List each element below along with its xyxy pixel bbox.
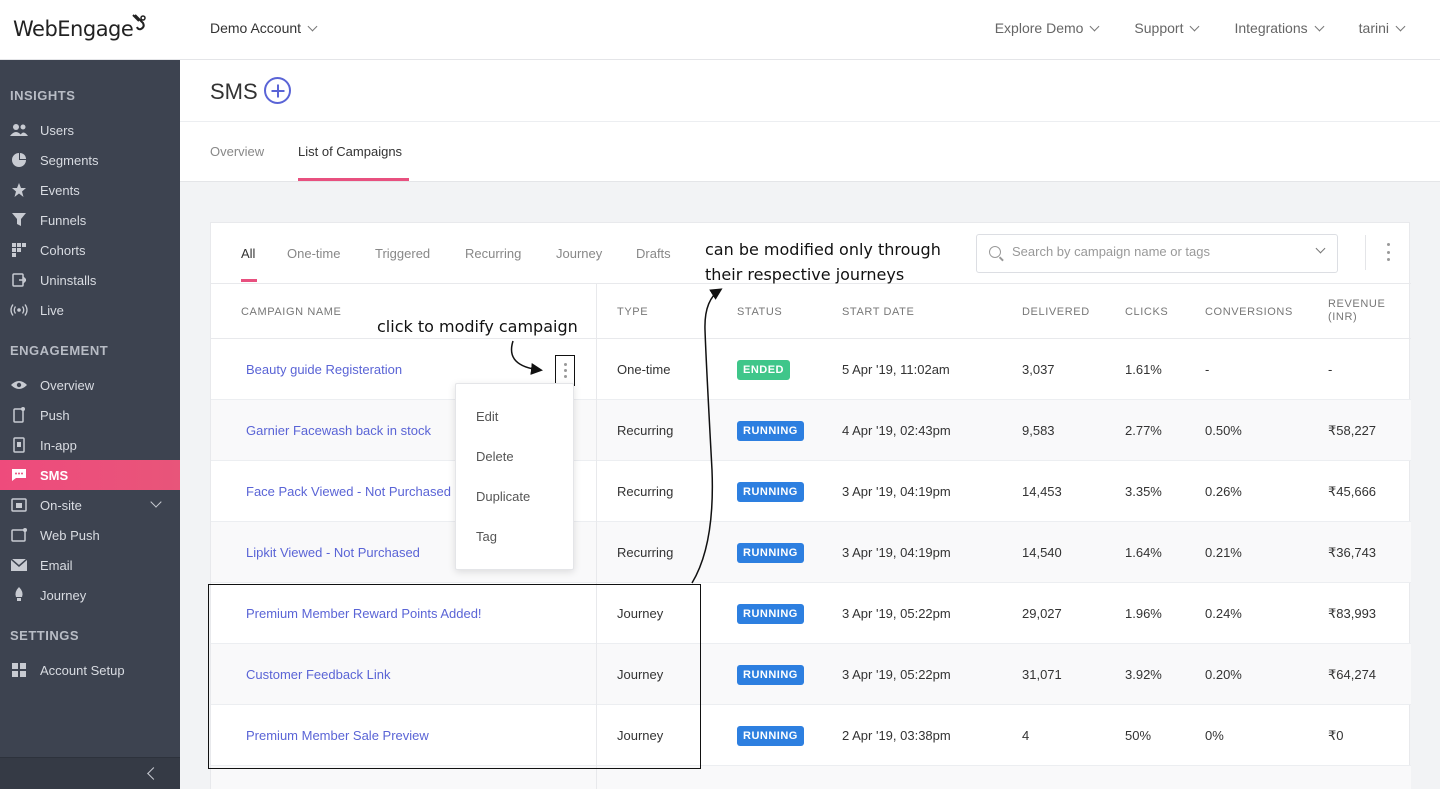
annotation-arrows — [510, 288, 723, 584]
